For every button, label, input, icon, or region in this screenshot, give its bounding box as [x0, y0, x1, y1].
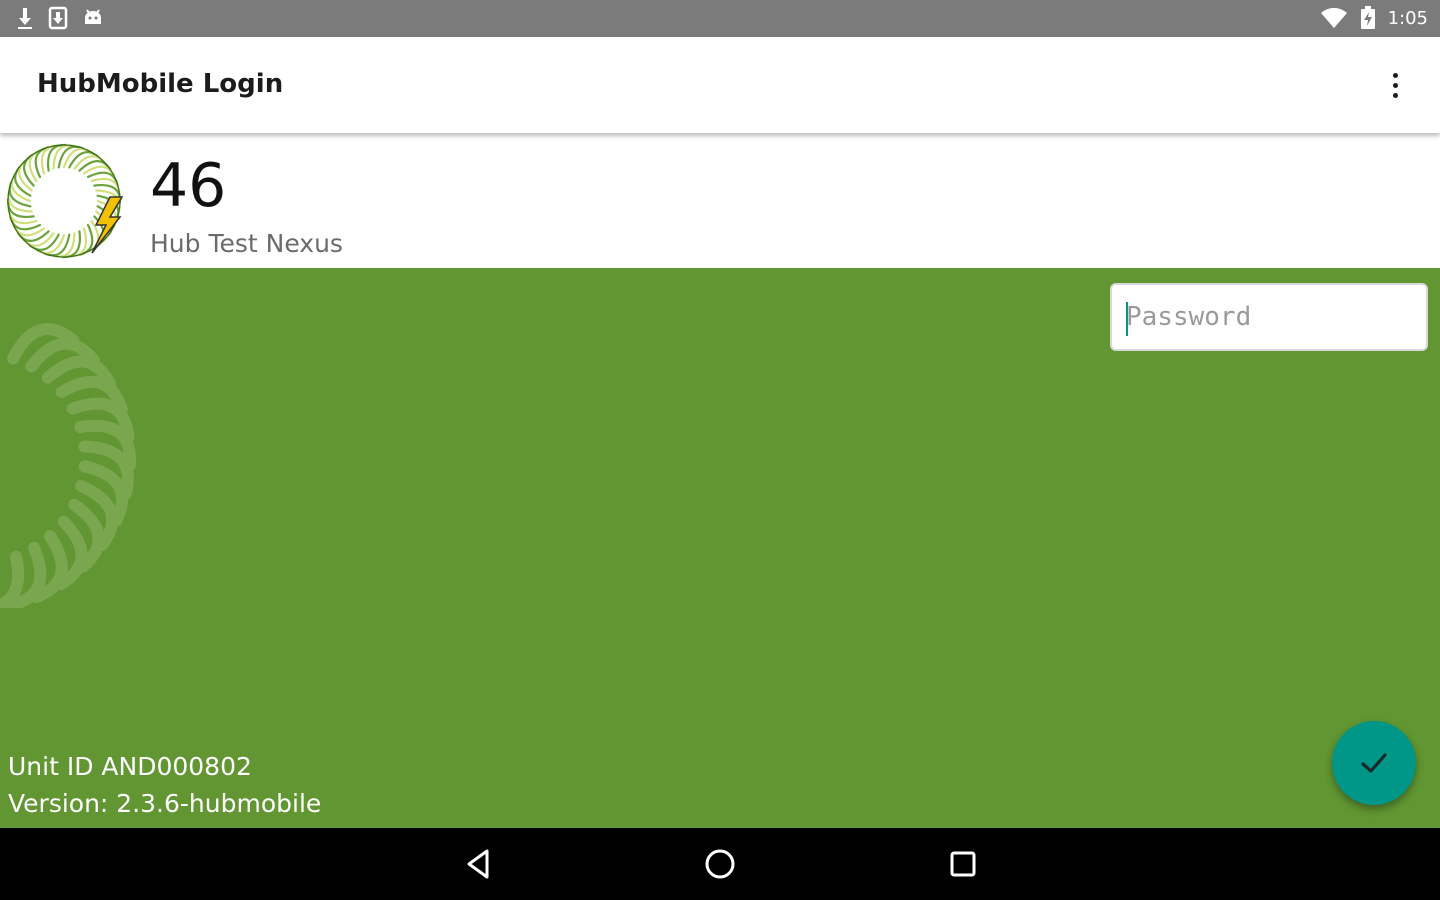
- version-label: Version: 2.3.6-hubmobile: [8, 789, 322, 818]
- status-right-icons: 1:05: [1320, 5, 1428, 31]
- status-time: 1:05: [1387, 7, 1428, 29]
- password-input[interactable]: [1112, 285, 1426, 349]
- home-circle-icon: [705, 849, 735, 879]
- unit-id-label: Unit ID AND000802: [8, 752, 252, 781]
- login-panel: Unit ID AND000802 Version: 2.3.6-hubmobi…: [0, 268, 1440, 828]
- overflow-menu-button[interactable]: [1380, 67, 1410, 103]
- android-icon: [85, 9, 101, 24]
- hub-watermark-icon: [0, 323, 136, 608]
- nav-recents-button[interactable]: [943, 844, 983, 884]
- status-bar: 1:05: [0, 0, 1440, 37]
- back-triangle-icon: [467, 849, 489, 879]
- text-cursor: [1126, 302, 1128, 336]
- page-title: HubMobile Login: [37, 69, 284, 99]
- sim-icon: [48, 6, 68, 30]
- battery-icon: [1360, 6, 1375, 29]
- download-icon: [18, 8, 32, 29]
- wifi-icon: [1320, 7, 1347, 28]
- status-left-icons: [16, 5, 104, 31]
- recents-square-icon: [950, 851, 976, 877]
- hub-spiral-logo-icon: [6, 143, 124, 259]
- more-vert-icon: [1392, 72, 1398, 78]
- check-icon: [1361, 753, 1387, 773]
- nav-home-button[interactable]: [700, 844, 740, 884]
- hub-number: 46: [150, 151, 227, 221]
- password-field[interactable]: [1110, 283, 1428, 351]
- hub-header: 46 Hub Test Nexus: [0, 133, 1440, 268]
- hub-name: Hub Test Nexus: [150, 229, 343, 258]
- system-nav-bar: [0, 828, 1440, 900]
- app-bar: HubMobile Login: [0, 37, 1440, 133]
- nav-back-button[interactable]: [458, 844, 498, 884]
- login-submit-button[interactable]: [1332, 721, 1416, 805]
